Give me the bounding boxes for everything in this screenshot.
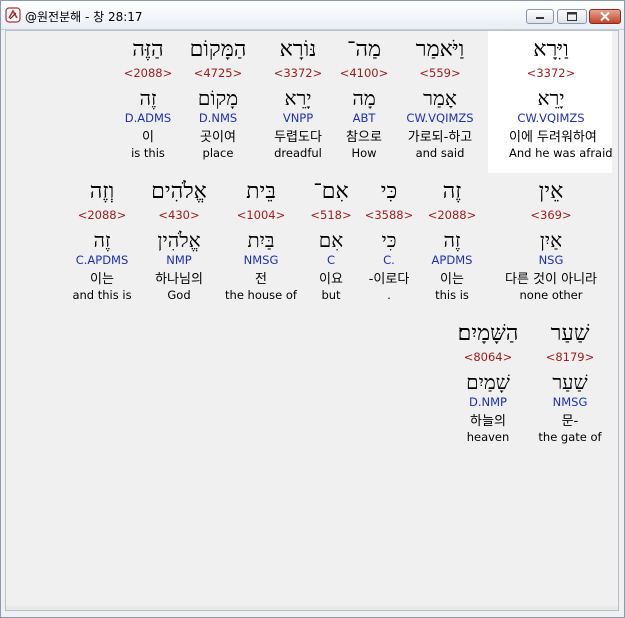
title-bar[interactable]: @원전분해 - 창 28:17	[1, 1, 624, 30]
minimize-button[interactable]	[526, 9, 554, 24]
strong-number[interactable]: <3372>	[256, 66, 340, 80]
english-gloss: heaven	[466, 430, 510, 444]
parse-code: CW.VQIMZS	[406, 111, 474, 125]
english-gloss: none other	[519, 288, 583, 302]
lemma-word: זֶה	[139, 86, 157, 110]
english-gloss: And he was afraid	[509, 146, 613, 160]
english-gloss: God	[167, 288, 191, 302]
bottom-edge	[6, 606, 618, 610]
korean-gloss: 전	[255, 272, 267, 287]
lemma-word: יָרֵא	[284, 86, 312, 110]
lemma-word: זֶה	[93, 228, 111, 252]
parse-code: D.NMP	[469, 395, 507, 409]
word-cell[interactable]: וַיֹּאמַר <559> אָמַר CW.VQIMZS 가로되-하고 a…	[398, 37, 482, 160]
strong-number[interactable]: <8179>	[528, 350, 612, 364]
window-title: @원전분해 - 창 28:17	[25, 10, 143, 24]
parse-code: NMSG	[552, 395, 588, 409]
hebrew-word: הַשָּׁמָיִם׃	[457, 321, 519, 346]
hebrew-word: אֱלֹהִים	[151, 179, 207, 204]
korean-gloss: 하나님의	[155, 272, 203, 287]
lemma-word: יָרֵא	[537, 86, 565, 110]
lemma-word: אַיִן	[539, 228, 563, 252]
hebrew-word: שַׁעַר	[550, 321, 590, 346]
english-gloss: dreadful	[274, 146, 322, 160]
word-cell[interactable]: וַיִּרָא <3372> יָרֵא CW.VQIMZS 이에 두려워하여…	[509, 37, 613, 160]
english-gloss: the house of	[225, 288, 297, 302]
minimize-icon	[536, 17, 544, 19]
maximize-icon	[567, 12, 577, 21]
lemma-word: אֱלֹהִין	[157, 228, 201, 252]
hebrew-word: נּוֹרָא	[279, 37, 317, 62]
word-cell[interactable]: וְזֶה <2088> זֶה C.APDMS 이는 and this is	[60, 179, 144, 302]
parse-code: D.ADMS	[124, 111, 172, 125]
parse-code: CW.VQIMZS	[517, 111, 585, 125]
korean-gloss: 이에 두려워하여	[509, 130, 597, 145]
strong-number[interactable]: <2088>	[60, 208, 144, 222]
lemma-word: שַׁעַר	[552, 370, 588, 394]
english-gloss: and said	[415, 146, 465, 160]
word-cell[interactable]: הַשָּׁמָיִם׃ <8064> שָׁמַיִם D.NMP 하늘의 h…	[446, 321, 530, 444]
strong-number[interactable]: <430>	[137, 208, 221, 222]
strong-number[interactable]: <1004>	[219, 208, 303, 222]
maximize-button[interactable]	[557, 9, 587, 24]
english-gloss: the gate of	[538, 430, 602, 444]
korean-gloss: 이	[142, 130, 154, 145]
parse-code: VNPP	[282, 111, 314, 125]
korean-gloss: 가로되-하고	[407, 130, 473, 145]
app-icon	[5, 7, 21, 23]
strong-number[interactable]: <8064>	[446, 350, 530, 364]
korean-gloss: 다른 것이 아니라	[505, 272, 597, 287]
strong-number[interactable]: <3372>	[509, 66, 593, 80]
lemma-word: בַּיִת	[247, 228, 275, 252]
english-gloss: and this is	[72, 288, 132, 302]
english-gloss: is this	[131, 146, 165, 160]
word-cell[interactable]: בֵּית <1004> בַּיִת NMSG 전 the house of	[219, 179, 303, 302]
word-cell[interactable]: שַׁעַר <8179> שַׁעַר NMSG 문- the gate of	[528, 321, 612, 444]
parse-code: NMP	[166, 253, 192, 267]
korean-gloss: 문-	[561, 414, 579, 429]
close-button[interactable]	[589, 9, 621, 24]
korean-gloss: 하늘의	[470, 414, 506, 429]
analysis-panel: וַיִּרָא <3372> יָרֵא CW.VQIMZS 이에 두려워하여…	[5, 30, 619, 611]
korean-gloss: 두렵도다	[274, 130, 322, 145]
parse-code: NMSG	[243, 253, 279, 267]
hebrew-word: וְזֶה	[89, 179, 115, 204]
lemma-word: שָׁמַיִם	[466, 370, 510, 394]
parse-code: NSG	[538, 253, 564, 267]
parse-code: C.APDMS	[75, 253, 129, 267]
korean-gloss: 이는	[90, 272, 114, 287]
hebrew-word: אֵין	[538, 179, 564, 204]
strong-number[interactable]: <559>	[398, 66, 482, 80]
hebrew-word: וַיִּרָא	[533, 37, 569, 62]
strong-number[interactable]: <369>	[503, 208, 599, 222]
lemma-word: אָמַר	[423, 86, 457, 110]
word-cell[interactable]: אֵין <369> אַיִן NSG 다른 것이 아니라 none othe…	[503, 179, 599, 302]
word-cell[interactable]: אֱלֹהִים <430> אֱלֹהִין NMP 하나님의 God	[137, 179, 221, 302]
word-cell[interactable]: הַזֶּה <2088> זֶה D.ADMS 이 is this	[106, 37, 190, 160]
hebrew-word: הַזֶּה	[132, 37, 164, 62]
strong-number[interactable]: <2088>	[106, 66, 190, 80]
hebrew-word: בֵּית	[246, 179, 276, 204]
hebrew-word: וַיֹּאמַר	[415, 37, 465, 62]
close-icon	[600, 11, 610, 22]
word-cell[interactable]: נּוֹרָא <3372> יָרֵא VNPP 두렵도다 dreadful	[256, 37, 340, 160]
app-window: @원전분해 - 창 28:17 וַיִּרָא <3372> יָרֵא CW…	[0, 0, 625, 618]
